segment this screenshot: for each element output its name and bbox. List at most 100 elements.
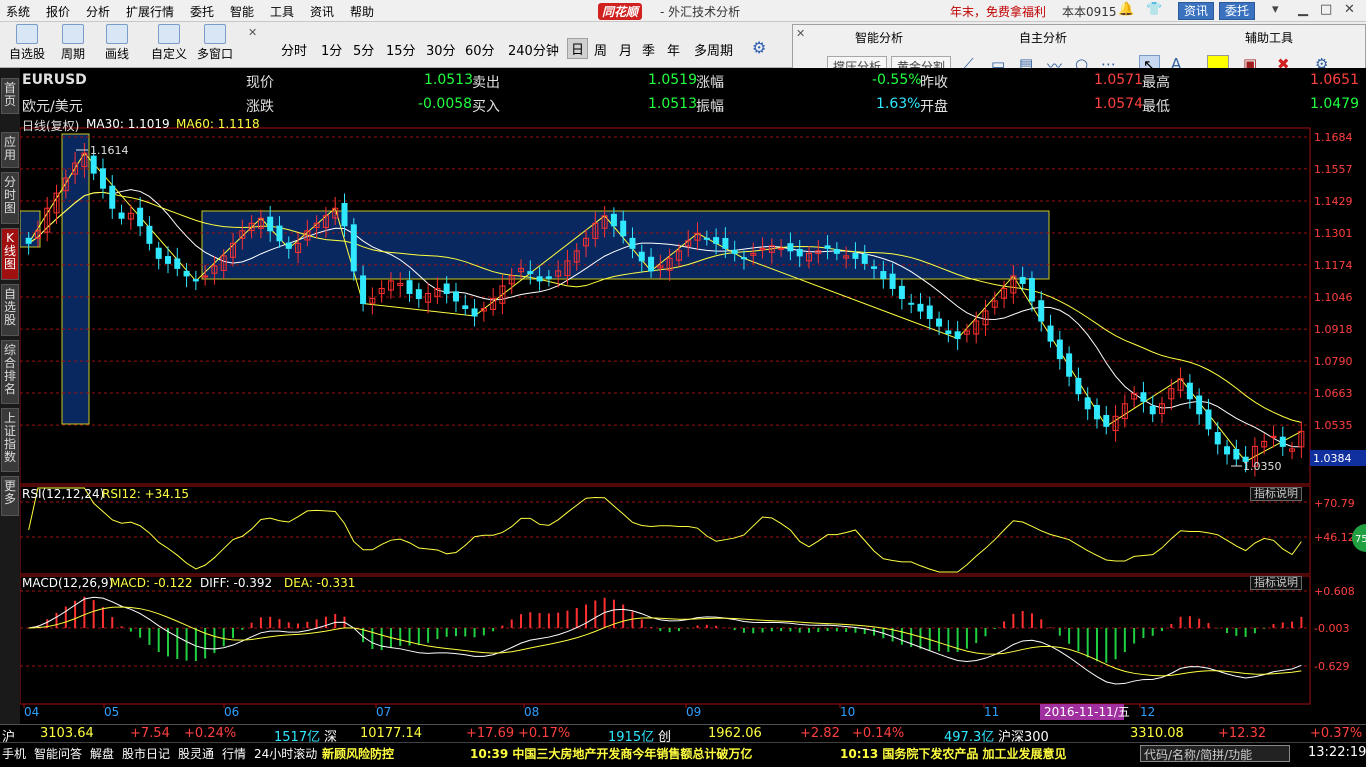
- status-analysis[interactable]: 解盘: [90, 745, 114, 762]
- candle-body: [703, 237, 710, 240]
- period-button[interactable]: 周期: [54, 22, 92, 62]
- rsi-explain-button[interactable]: 指标说明: [1250, 487, 1302, 501]
- period-tab[interactable]: 月: [619, 40, 632, 59]
- panel-close-icon[interactable]: ✕: [796, 27, 805, 40]
- news-item[interactable]: 10:13 国务院下发农产品 加工业发展意见: [840, 745, 1067, 762]
- news-item[interactable]: 10:39 中国三大房地产开发商今年销售额总计破万亿: [470, 745, 752, 762]
- period-tab[interactable]: 15分: [386, 40, 416, 59]
- price-tick: 1.1429: [1314, 195, 1353, 208]
- candle-body: [1233, 448, 1240, 460]
- now-value: 1.0513: [424, 72, 473, 88]
- candle-body: [1186, 382, 1193, 400]
- macd-indicator-name[interactable]: MACD(12,26,9): [22, 576, 113, 590]
- high-mark: 1.1614: [90, 144, 129, 157]
- side-tab-kline[interactable]: K线图: [1, 228, 19, 280]
- promo-link[interactable]: 年末，免费拿福利: [950, 3, 1046, 20]
- settings-gear-icon[interactable]: ⚙: [752, 38, 766, 57]
- smart-analysis-header[interactable]: 智能分析: [855, 29, 903, 46]
- close-icon[interactable]: ✕: [1344, 2, 1355, 17]
- menu-help[interactable]: 帮助: [350, 3, 374, 20]
- rsi-indicator-name[interactable]: RSI(12,12,24): [22, 487, 104, 501]
- shirt-icon[interactable]: 👕: [1146, 2, 1162, 17]
- info-button[interactable]: 资讯: [1178, 2, 1215, 20]
- bell-icon[interactable]: 🔔: [1118, 2, 1134, 17]
- side-axis-labels: +70.79 +46.12 +0.608 -0.003 -0.629: [1314, 497, 1355, 673]
- menu-quote[interactable]: 报价: [46, 3, 70, 20]
- risk-link[interactable]: 新顾风险防控: [322, 745, 394, 762]
- maximize-icon[interactable]: □: [1320, 2, 1332, 17]
- side-tab-watchlist[interactable]: 自选股: [1, 284, 19, 336]
- menu-extended[interactable]: 扩展行情: [126, 3, 174, 20]
- status-24h[interactable]: 24小时滚动: [254, 745, 317, 762]
- custom-button[interactable]: 自定义: [150, 22, 188, 62]
- candle-body: [1028, 278, 1035, 302]
- status-qa[interactable]: 智能问答: [34, 745, 82, 762]
- side-tab-ranking[interactable]: 综合排名: [1, 340, 19, 404]
- status-mobile[interactable]: 手机: [2, 745, 26, 762]
- period-tab[interactable]: 周: [594, 40, 607, 59]
- candle-body: [620, 220, 627, 237]
- minimize-icon[interactable]: ▁: [1298, 2, 1308, 17]
- menu-tools[interactable]: 工具: [270, 3, 294, 20]
- code-search-input[interactable]: 代码/名称/简拼/功能: [1140, 745, 1290, 762]
- menu-news[interactable]: 资讯: [310, 3, 334, 20]
- aux-tools-header[interactable]: 辅助工具: [1245, 29, 1293, 46]
- period-tab[interactable]: 分时: [281, 40, 307, 59]
- period-tab[interactable]: 30分: [426, 40, 456, 59]
- period-tab[interactable]: 240分钟: [508, 40, 559, 59]
- main-indicator-name[interactable]: 日线(复权): [22, 117, 79, 134]
- candle-body: [722, 237, 729, 249]
- high-label: 最高: [1142, 75, 1170, 91]
- period-tab-selected[interactable]: 日: [567, 38, 589, 59]
- menu-system[interactable]: 系统: [6, 3, 30, 20]
- kline-chart[interactable]: 1.1684 1.1557 1.1429 1.1301 1.1174 1.1046 1.09…: [20, 116, 1366, 722]
- side-tab-home[interactable]: 首页: [1, 78, 19, 114]
- candle-body: [1066, 353, 1073, 377]
- period-tab[interactable]: 年: [667, 40, 680, 59]
- hs300-pct: +0.37%: [1310, 726, 1363, 741]
- menu-trade[interactable]: 委托: [190, 3, 214, 20]
- side-tab-apps[interactable]: 应用: [1, 132, 19, 168]
- draw-button[interactable]: 画线: [98, 22, 136, 62]
- candle-body: [908, 302, 915, 305]
- candle-body: [1214, 432, 1221, 445]
- pin-icon[interactable]: ▾: [1272, 2, 1279, 17]
- status-diary[interactable]: 股市日记: [122, 745, 170, 762]
- status-guling[interactable]: 股灵通: [178, 745, 214, 762]
- quote-panel: EURUSD 欧元/美元 现价 1.0513 卖出 1.0519 涨幅 -0.5…: [20, 68, 1366, 116]
- dea-label: DEA: -0.331: [284, 576, 356, 590]
- period-tab[interactable]: 季: [642, 40, 655, 59]
- self-select-button[interactable]: 自选股: [8, 22, 46, 62]
- candle-body: [731, 249, 738, 254]
- cy-value: 1962.06: [708, 726, 762, 741]
- side-tab-sh-index[interactable]: 上证指数: [1, 408, 19, 472]
- multi-window-button[interactable]: 多窗口: [194, 22, 236, 62]
- candle-body: [852, 252, 859, 259]
- rsi12-label: RSI12: +34.15: [102, 487, 190, 501]
- cy-change: +2.82: [800, 726, 840, 741]
- period-tab[interactable]: 多周期: [694, 40, 733, 59]
- current-price-text: 1.0384: [1313, 452, 1352, 465]
- side-tab-more[interactable]: 更多: [1, 476, 19, 516]
- menu-smart[interactable]: 智能: [230, 3, 254, 20]
- month-label: 10: [840, 705, 855, 719]
- candle-body: [99, 168, 106, 189]
- trade-button[interactable]: 委托: [1219, 2, 1256, 20]
- macd-explain-button[interactable]: 指标说明: [1250, 576, 1302, 590]
- hs300-value: 3310.08: [1130, 726, 1184, 741]
- period-tab[interactable]: 1分: [321, 40, 342, 59]
- menu-analysis[interactable]: 分析: [86, 3, 110, 20]
- pencil-icon: [106, 24, 128, 44]
- period-tab[interactable]: 60分: [465, 40, 495, 59]
- period-tab[interactable]: 5分: [353, 40, 374, 59]
- status-market[interactable]: 行情: [222, 745, 246, 762]
- self-analysis-header[interactable]: 自主分析: [1019, 29, 1067, 46]
- candle-body: [192, 279, 199, 282]
- side-tab-timeshare[interactable]: 分时图: [1, 172, 19, 224]
- candle-body: [415, 289, 422, 299]
- candle-body: [536, 276, 543, 282]
- toolbar-close-icon[interactable]: ✕: [248, 26, 257, 39]
- candle-body: [164, 256, 171, 264]
- low-label: 最低: [1142, 99, 1170, 115]
- ma60-label: MA60: 1.1118: [176, 117, 260, 131]
